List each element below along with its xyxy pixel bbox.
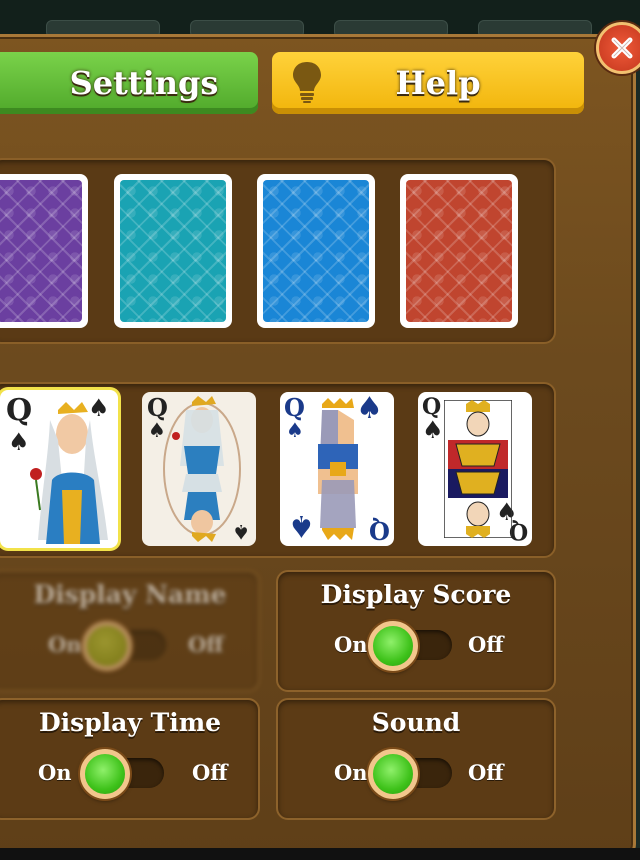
toggle-label: Display Name bbox=[33, 580, 227, 609]
queen-illustration bbox=[163, 396, 241, 542]
lightbulb-icon bbox=[293, 62, 321, 103]
card-face-vintage[interactable]: Q ♠ ♠ bbox=[142, 392, 256, 546]
close-icon bbox=[611, 37, 633, 59]
background-strip bbox=[0, 0, 640, 38]
queen-illustration bbox=[444, 400, 512, 538]
toggle-on-label: On bbox=[334, 760, 368, 785]
spade-icon: ♠ bbox=[8, 427, 30, 456]
close-button[interactable] bbox=[596, 22, 640, 74]
toggle-switch[interactable] bbox=[368, 621, 452, 671]
card-back-pattern bbox=[406, 180, 512, 322]
tab-help-label: Help bbox=[395, 64, 481, 102]
queen-illustration bbox=[30, 402, 108, 544]
spade-icon: ♠ bbox=[286, 418, 304, 442]
toggle-label: Sound bbox=[371, 708, 461, 737]
toggle-switch[interactable] bbox=[82, 621, 166, 671]
toggle-off-label: Off bbox=[468, 632, 504, 657]
toggle-sound: Sound On Off bbox=[276, 698, 556, 820]
toggle-on-label: On bbox=[334, 632, 368, 657]
card-back-teal[interactable] bbox=[114, 174, 232, 328]
background-strip bbox=[0, 848, 640, 860]
toggle-display-name: Display Name On Off bbox=[0, 570, 260, 692]
card-rank: Q bbox=[369, 516, 390, 545]
card-face-classic[interactable]: Q ♠ ♠ bbox=[0, 390, 118, 548]
card-back-red[interactable] bbox=[400, 174, 518, 328]
toggle-knob bbox=[368, 749, 418, 799]
toggle-on-label: On bbox=[48, 632, 82, 657]
toggle-off-label: Off bbox=[188, 632, 224, 657]
spade-icon: ♠ bbox=[422, 415, 444, 444]
toggle-on-label: On bbox=[38, 760, 72, 785]
toggle-knob bbox=[80, 749, 130, 799]
card-back-blue[interactable] bbox=[257, 174, 375, 328]
toggle-label: Display Score bbox=[320, 580, 512, 609]
card-face-traditional[interactable]: Q ♠ Q ♠ bbox=[418, 392, 532, 546]
queen-illustration bbox=[318, 398, 358, 540]
toggle-knob bbox=[82, 621, 132, 671]
toggle-switch[interactable] bbox=[80, 749, 164, 799]
toggle-display-score: Display Score On Off bbox=[276, 570, 556, 692]
tab-help[interactable]: Help bbox=[272, 52, 584, 114]
toggle-display-time: Display Time On Off bbox=[0, 698, 260, 820]
tab-settings[interactable]: Settings bbox=[0, 52, 258, 114]
tab-settings-label: Settings bbox=[69, 64, 219, 102]
card-face-modern[interactable]: Q ♠ ♠ ♠ Q bbox=[280, 392, 394, 546]
card-rank: Q bbox=[284, 393, 305, 422]
card-back-pattern bbox=[0, 180, 82, 322]
toggle-switch[interactable] bbox=[368, 749, 452, 799]
toggle-off-label: Off bbox=[192, 760, 228, 785]
toggle-off-label: Off bbox=[468, 760, 504, 785]
card-back-purple[interactable] bbox=[0, 174, 88, 328]
toggle-knob bbox=[368, 621, 418, 671]
card-back-pattern bbox=[263, 180, 369, 322]
card-back-pattern bbox=[120, 180, 226, 322]
toggle-label: Display Time bbox=[38, 708, 222, 737]
